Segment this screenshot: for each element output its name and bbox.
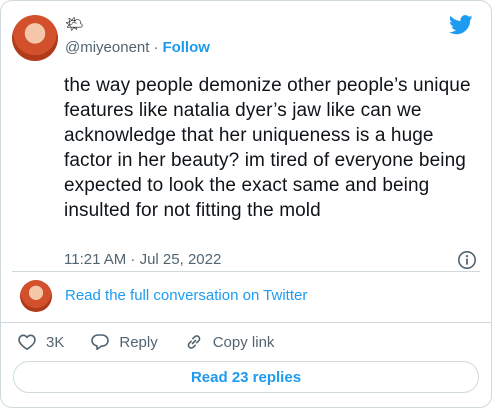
tweet-text: the way people demonize other people’s u…: [64, 75, 471, 221]
reply-label: Reply: [119, 333, 158, 351]
divider: [1, 322, 491, 323]
weather-emoji: 🌤: [65, 16, 85, 33]
copy-link-label: Copy link: [212, 333, 275, 351]
follow-link[interactable]: Follow: [162, 39, 210, 56]
read-conversation-link[interactable]: Read the full conversation on Twitter: [65, 287, 307, 305]
reply-icon: [91, 334, 110, 351]
divider: [12, 271, 480, 272]
info-icon[interactable]: [457, 250, 477, 270]
action-bar: 3K Reply Copy link: [17, 330, 300, 354]
reply-button[interactable]: Reply: [90, 332, 158, 352]
like-count: 3K: [46, 333, 65, 351]
twitter-bird-icon[interactable]: [449, 15, 473, 35]
avatar-small[interactable]: [20, 280, 52, 312]
like-button[interactable]: 3K: [17, 332, 64, 352]
avatar[interactable]: [12, 15, 58, 61]
tweet-timestamp[interactable]: 11:21 AM · Jul 25, 2022: [64, 251, 221, 269]
read-replies-button[interactable]: Read 23 replies: [13, 361, 479, 393]
heart-icon: [18, 334, 36, 350]
separator-dot: ·: [153, 39, 159, 56]
author-handle[interactable]: @miyeonent: [65, 39, 149, 56]
link-icon: [187, 335, 201, 349]
author-row: @miyeonent · Follow: [65, 39, 210, 57]
copy-link-button[interactable]: Copy link: [184, 332, 275, 352]
embedded-tweet-card: 🌤 @miyeonent · Follow the way people demon…: [0, 0, 492, 408]
